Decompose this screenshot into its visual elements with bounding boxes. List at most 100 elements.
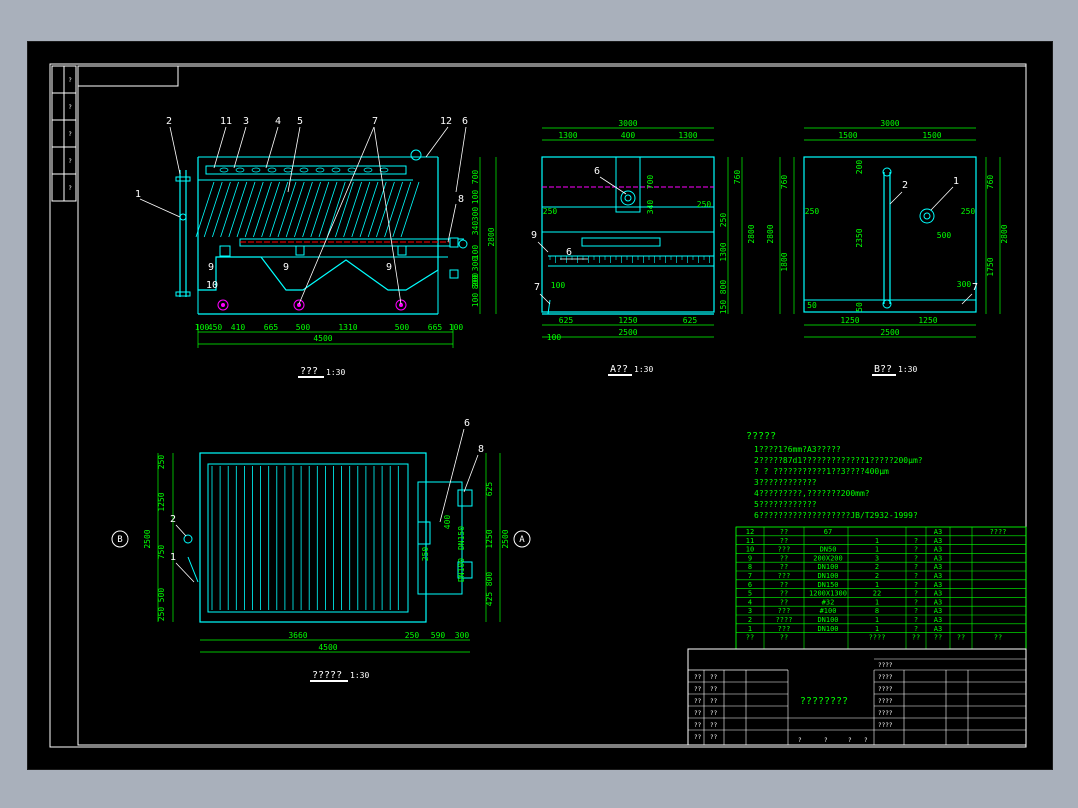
front-view-total-width: 4500 bbox=[313, 334, 332, 343]
bom-cell: A3 bbox=[934, 546, 942, 554]
inclined-plate bbox=[318, 181, 338, 238]
bom-header-cell: ?? bbox=[994, 634, 1002, 642]
cad-viewport[interactable]: ? ? ? ? ? 2 11 3 4 5 7 12 6 1 8 9 9 9 10… bbox=[27, 41, 1053, 770]
part-label: 7 bbox=[972, 282, 978, 293]
bom-cell: 4 bbox=[748, 598, 752, 606]
dimension-label: 340 bbox=[471, 221, 480, 236]
section-b-caption: B?? bbox=[874, 364, 892, 375]
side-strip-label: ? bbox=[68, 104, 72, 111]
inlet-flange-icon bbox=[919, 208, 935, 224]
bom-cell: ??? bbox=[778, 572, 791, 580]
dimension-label: 1250 bbox=[157, 492, 166, 511]
bom-cell: 6 bbox=[748, 581, 752, 589]
inclined-plates bbox=[195, 181, 420, 238]
section-a-dims: 3000 1300 400 1300 625 1250 625 2500 100 250 100 70… bbox=[543, 119, 756, 342]
bom-cell: 22 bbox=[873, 590, 881, 598]
bom-header-cell: ???? bbox=[869, 634, 886, 642]
bom-cell: ?? bbox=[780, 598, 788, 606]
inclined-plate bbox=[326, 181, 346, 238]
technical-notes: ????? 1????1?6mm?A3????? 2?????87d1??????… bbox=[746, 431, 923, 520]
bom-cell: ? bbox=[914, 546, 918, 554]
bom-cell: DN100 bbox=[817, 563, 838, 571]
bom-header-cell: ?? bbox=[912, 634, 920, 642]
inclined-plate bbox=[359, 181, 379, 238]
part-label: 12 bbox=[440, 116, 452, 127]
dimension-label: 700 bbox=[646, 175, 655, 190]
bom-cell: A3 bbox=[934, 590, 942, 598]
dimension-label: 1750 bbox=[986, 257, 995, 276]
dimension-label: DN150 bbox=[457, 526, 466, 550]
title-block-label: ???? bbox=[878, 722, 893, 729]
collector-hole bbox=[379, 167, 389, 173]
dimension-label: 3000 bbox=[880, 119, 899, 128]
part-label: 1 bbox=[135, 189, 141, 200]
section-marker-b-label: B bbox=[117, 535, 122, 545]
dimension-label: 250 bbox=[157, 455, 166, 470]
bom-cell: A3 bbox=[934, 581, 942, 589]
inclined-plate bbox=[351, 181, 371, 238]
bom-cell: ?? bbox=[780, 537, 788, 545]
title-block-label: ?? bbox=[694, 686, 702, 693]
bom-cell: ? bbox=[914, 581, 918, 589]
bom-cell: 8 bbox=[875, 607, 879, 615]
collector-hole bbox=[315, 167, 325, 173]
bom-cell: 67 bbox=[824, 528, 832, 536]
dimension-label: 200 bbox=[855, 160, 864, 175]
inclined-plate bbox=[212, 181, 231, 238]
part-label: 2 bbox=[902, 180, 908, 191]
bom-cell: 1200X1300 bbox=[809, 590, 847, 598]
dimension-label: 625 bbox=[559, 316, 574, 325]
bom-cell: 5 bbox=[748, 590, 752, 598]
bom-cell: 2 bbox=[875, 572, 879, 580]
title-block-label: ? bbox=[864, 737, 868, 744]
inclined-plate bbox=[302, 181, 321, 238]
bom-cell: ?? bbox=[780, 554, 788, 562]
bom-cell: 2 bbox=[748, 616, 752, 624]
notes-title: ????? bbox=[746, 431, 776, 442]
bom-header-cell: ?? bbox=[934, 634, 942, 642]
dimension-label: 760 bbox=[780, 175, 789, 190]
bom-cell: A3 bbox=[934, 554, 942, 562]
bom-cell: A3 bbox=[934, 607, 942, 615]
inclined-plate bbox=[253, 181, 272, 238]
title-block-label: ???? bbox=[878, 710, 893, 717]
inclined-plate bbox=[294, 181, 313, 238]
flange-icon bbox=[179, 213, 187, 221]
bom-cell: #32 bbox=[822, 598, 835, 606]
bom-header-cell: ?? bbox=[746, 634, 754, 642]
dimension-label: 250 bbox=[805, 207, 820, 216]
note-line: 4?????????,???????200mm? bbox=[754, 489, 870, 498]
title-block-label: ?? bbox=[710, 734, 718, 741]
dimension-label: 100 bbox=[547, 333, 562, 342]
inclined-plate bbox=[269, 181, 289, 238]
bom-cell: DN150 bbox=[817, 581, 838, 589]
inclined-plate bbox=[392, 181, 412, 238]
part-label: 8 bbox=[458, 194, 464, 205]
side-strip-label: ? bbox=[68, 158, 72, 165]
inclined-plate bbox=[400, 181, 420, 238]
collector-hole bbox=[251, 167, 261, 173]
section-b-scale: 1:30 bbox=[898, 365, 917, 374]
inclined-plate bbox=[277, 181, 297, 238]
dimension-label: 4500 bbox=[318, 643, 337, 652]
plan-view-scale: 1:30 bbox=[350, 671, 369, 680]
dimension-label: 665 bbox=[264, 323, 279, 332]
title-block-label: ?? bbox=[710, 710, 718, 717]
title-block-label: ???? bbox=[878, 674, 893, 681]
drawing-name: ???????? bbox=[800, 696, 848, 707]
bom-cell: ? bbox=[914, 590, 918, 598]
bom-cell: 11 bbox=[746, 537, 754, 545]
dimension-label: 590 bbox=[431, 631, 446, 640]
bom-cell: A3 bbox=[934, 616, 942, 624]
dimension-label: 1300 bbox=[719, 242, 728, 261]
outlet-flange-icon bbox=[620, 190, 636, 206]
dimension-label: 50 bbox=[807, 301, 817, 310]
collector-hole bbox=[283, 167, 293, 173]
dimension-label: 500 bbox=[395, 323, 410, 332]
dimension-label: 2500 bbox=[501, 529, 510, 548]
dimension-label: 1800 bbox=[780, 252, 789, 271]
part-label: 8 bbox=[478, 444, 484, 455]
dimension-label: 750 bbox=[157, 545, 166, 560]
front-view: 2 11 3 4 5 7 12 6 1 8 9 9 9 10 100450 410… bbox=[135, 116, 497, 378]
collector-holes bbox=[219, 167, 389, 173]
